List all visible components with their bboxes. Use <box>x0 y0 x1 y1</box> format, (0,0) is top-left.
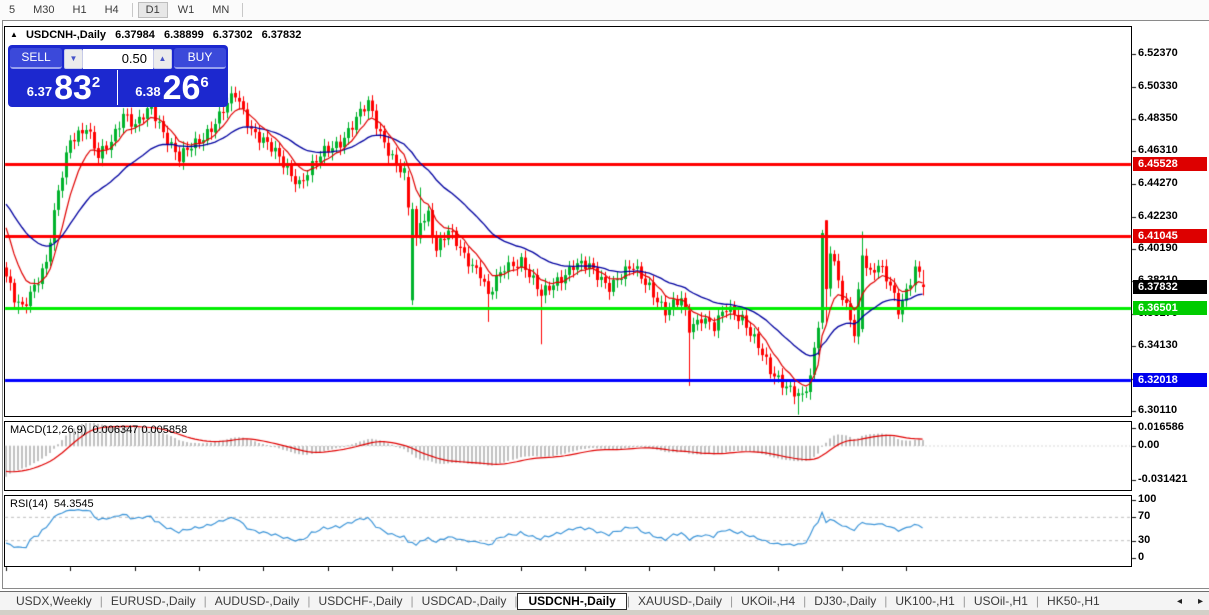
price-axis-tick: 6.30110 <box>1138 404 1177 416</box>
symbol-tab-usdcnh-[interactable]: USDCNH-,Daily <box>517 593 626 610</box>
quote-close: 6.37832 <box>262 29 302 41</box>
timeframe-toolbar: 5M30H1H4 D1W1MN <box>0 0 1209 20</box>
timeframe-button-5[interactable]: 5 <box>1 2 23 18</box>
rsi-value: 54.3545 <box>54 498 94 510</box>
macd-axis-tick: 0.00 <box>1138 439 1159 451</box>
price-axis-tick: 6.50330 <box>1138 80 1178 92</box>
price-axis-tick: 6.52370 <box>1138 47 1178 59</box>
rsi-label: RSI(14) 54.3545 <box>10 498 94 510</box>
price-badge: 6.37832 <box>1133 280 1207 294</box>
price-axis-tick: 6.34130 <box>1138 339 1178 351</box>
price-badge: 6.32018 <box>1133 373 1207 387</box>
sell-price-prefix: 6.37 <box>27 84 52 99</box>
price-axis-tick: 6.40190 <box>1138 242 1178 254</box>
timeframe-button-mn[interactable]: MN <box>204 2 237 18</box>
symbol-tab-dj30-[interactable]: DJ30-,Daily <box>806 594 884 608</box>
quote-high: 6.38899 <box>164 29 204 41</box>
sell-price-big: 83 <box>54 73 92 103</box>
symbol-tab-ukoil-[interactable]: UKOil-,H4 <box>733 594 803 608</box>
timeframe-button-w1[interactable]: W1 <box>170 2 203 18</box>
rsi-axis-tick: 70 <box>1138 510 1150 522</box>
macd-label: MACD(12,26,9) 0.006347 0.005858 <box>10 424 187 436</box>
price-badge: 6.45528 <box>1133 157 1207 171</box>
timeframe-button-d1[interactable]: D1 <box>138 2 168 18</box>
volume-increase-button[interactable]: ▲ <box>153 49 172 69</box>
macd-value-signal: 0.005858 <box>141 424 187 436</box>
quote-low: 6.37302 <box>213 29 253 41</box>
buy-button[interactable]: BUY <box>174 48 226 69</box>
status-strip <box>0 610 1209 615</box>
symbol-tab-hk50-[interactable]: HK50-,H1 <box>1039 594 1108 608</box>
price-axis-tick: 6.48350 <box>1138 112 1178 124</box>
timeframe-button-m30[interactable]: M30 <box>25 2 62 18</box>
volume-decrease-button[interactable]: ▼ <box>64 49 83 69</box>
macd-axis-tick: -0.031421 <box>1138 473 1188 485</box>
rsi-name: RSI(14) <box>10 498 48 510</box>
price-badge: 6.36501 <box>1133 301 1207 315</box>
sell-button[interactable]: SELL <box>10 48 62 69</box>
tab-scroll-left-icon[interactable]: ◂ <box>1177 596 1182 607</box>
price-axis-tick: 6.44270 <box>1138 177 1178 189</box>
symbol-tab-usdx[interactable]: USDX,Weekly <box>8 594 100 608</box>
macd-name: MACD(12,26,9) <box>10 424 86 436</box>
collapse-arrow-icon[interactable]: ▲ <box>10 30 18 39</box>
symbol-tab-usdchf-[interactable]: USDCHF-,Daily <box>311 594 411 608</box>
volume-input[interactable]: 0.50 <box>83 49 153 69</box>
price-badge: 6.41045 <box>1133 229 1207 243</box>
sell-price[interactable]: 6.37 83 2 <box>10 70 118 105</box>
symbol-tab-uk100-[interactable]: UK100-,H1 <box>887 594 962 608</box>
buy-price-pip: 6 <box>200 74 208 91</box>
price-axis-tick: 6.46310 <box>1138 144 1178 156</box>
symbol-tab-usdcad-[interactable]: USDCAD-,Daily <box>414 594 515 608</box>
timeframe-button-h1[interactable]: H1 <box>65 2 95 18</box>
buy-price[interactable]: 6.38 26 6 <box>118 70 226 105</box>
macd-value-main: 0.006347 <box>92 424 138 436</box>
buy-price-big: 26 <box>163 73 201 103</box>
symbol-tab-audusd-[interactable]: AUDUSD-,Daily <box>207 594 308 608</box>
timeframe-button-h4[interactable]: H4 <box>97 2 127 18</box>
buy-price-prefix: 6.38 <box>135 84 160 99</box>
rsi-axis-tick: 100 <box>1138 493 1156 505</box>
toolbar-separator <box>132 3 133 17</box>
symbol-tab-usoil-[interactable]: USOil-,H1 <box>966 594 1036 608</box>
rsi-axis-tick: 0 <box>1138 551 1144 563</box>
macd-axis-tick: 0.016586 <box>1138 421 1184 433</box>
chart-symbol-label: USDCNH-,Daily <box>26 29 106 41</box>
quote-open: 6.37984 <box>115 29 155 41</box>
rsi-axis-tick: 30 <box>1138 534 1150 546</box>
symbol-tab-xauusd-[interactable]: XAUUSD-,Daily <box>630 594 730 608</box>
chart-title: ▲ USDCNH-,Daily 6.37984 6.38899 6.37302 … <box>10 29 301 41</box>
one-click-trading-panel: SELL ▼ 0.50 ▲ BUY 6.37 83 2 6.38 26 6 <box>8 45 228 107</box>
tab-scroll-right-icon[interactable]: ▸ <box>1198 596 1203 607</box>
toolbar-separator <box>242 3 243 17</box>
symbol-tab-bar: USDX,Weekly|EURUSD-,Daily|AUDUSD-,Daily|… <box>0 591 1209 610</box>
price-axis-tick: 6.42230 <box>1138 210 1178 222</box>
symbol-tab-eurusd-[interactable]: EURUSD-,Daily <box>103 594 204 608</box>
sell-price-pip: 2 <box>92 74 100 91</box>
